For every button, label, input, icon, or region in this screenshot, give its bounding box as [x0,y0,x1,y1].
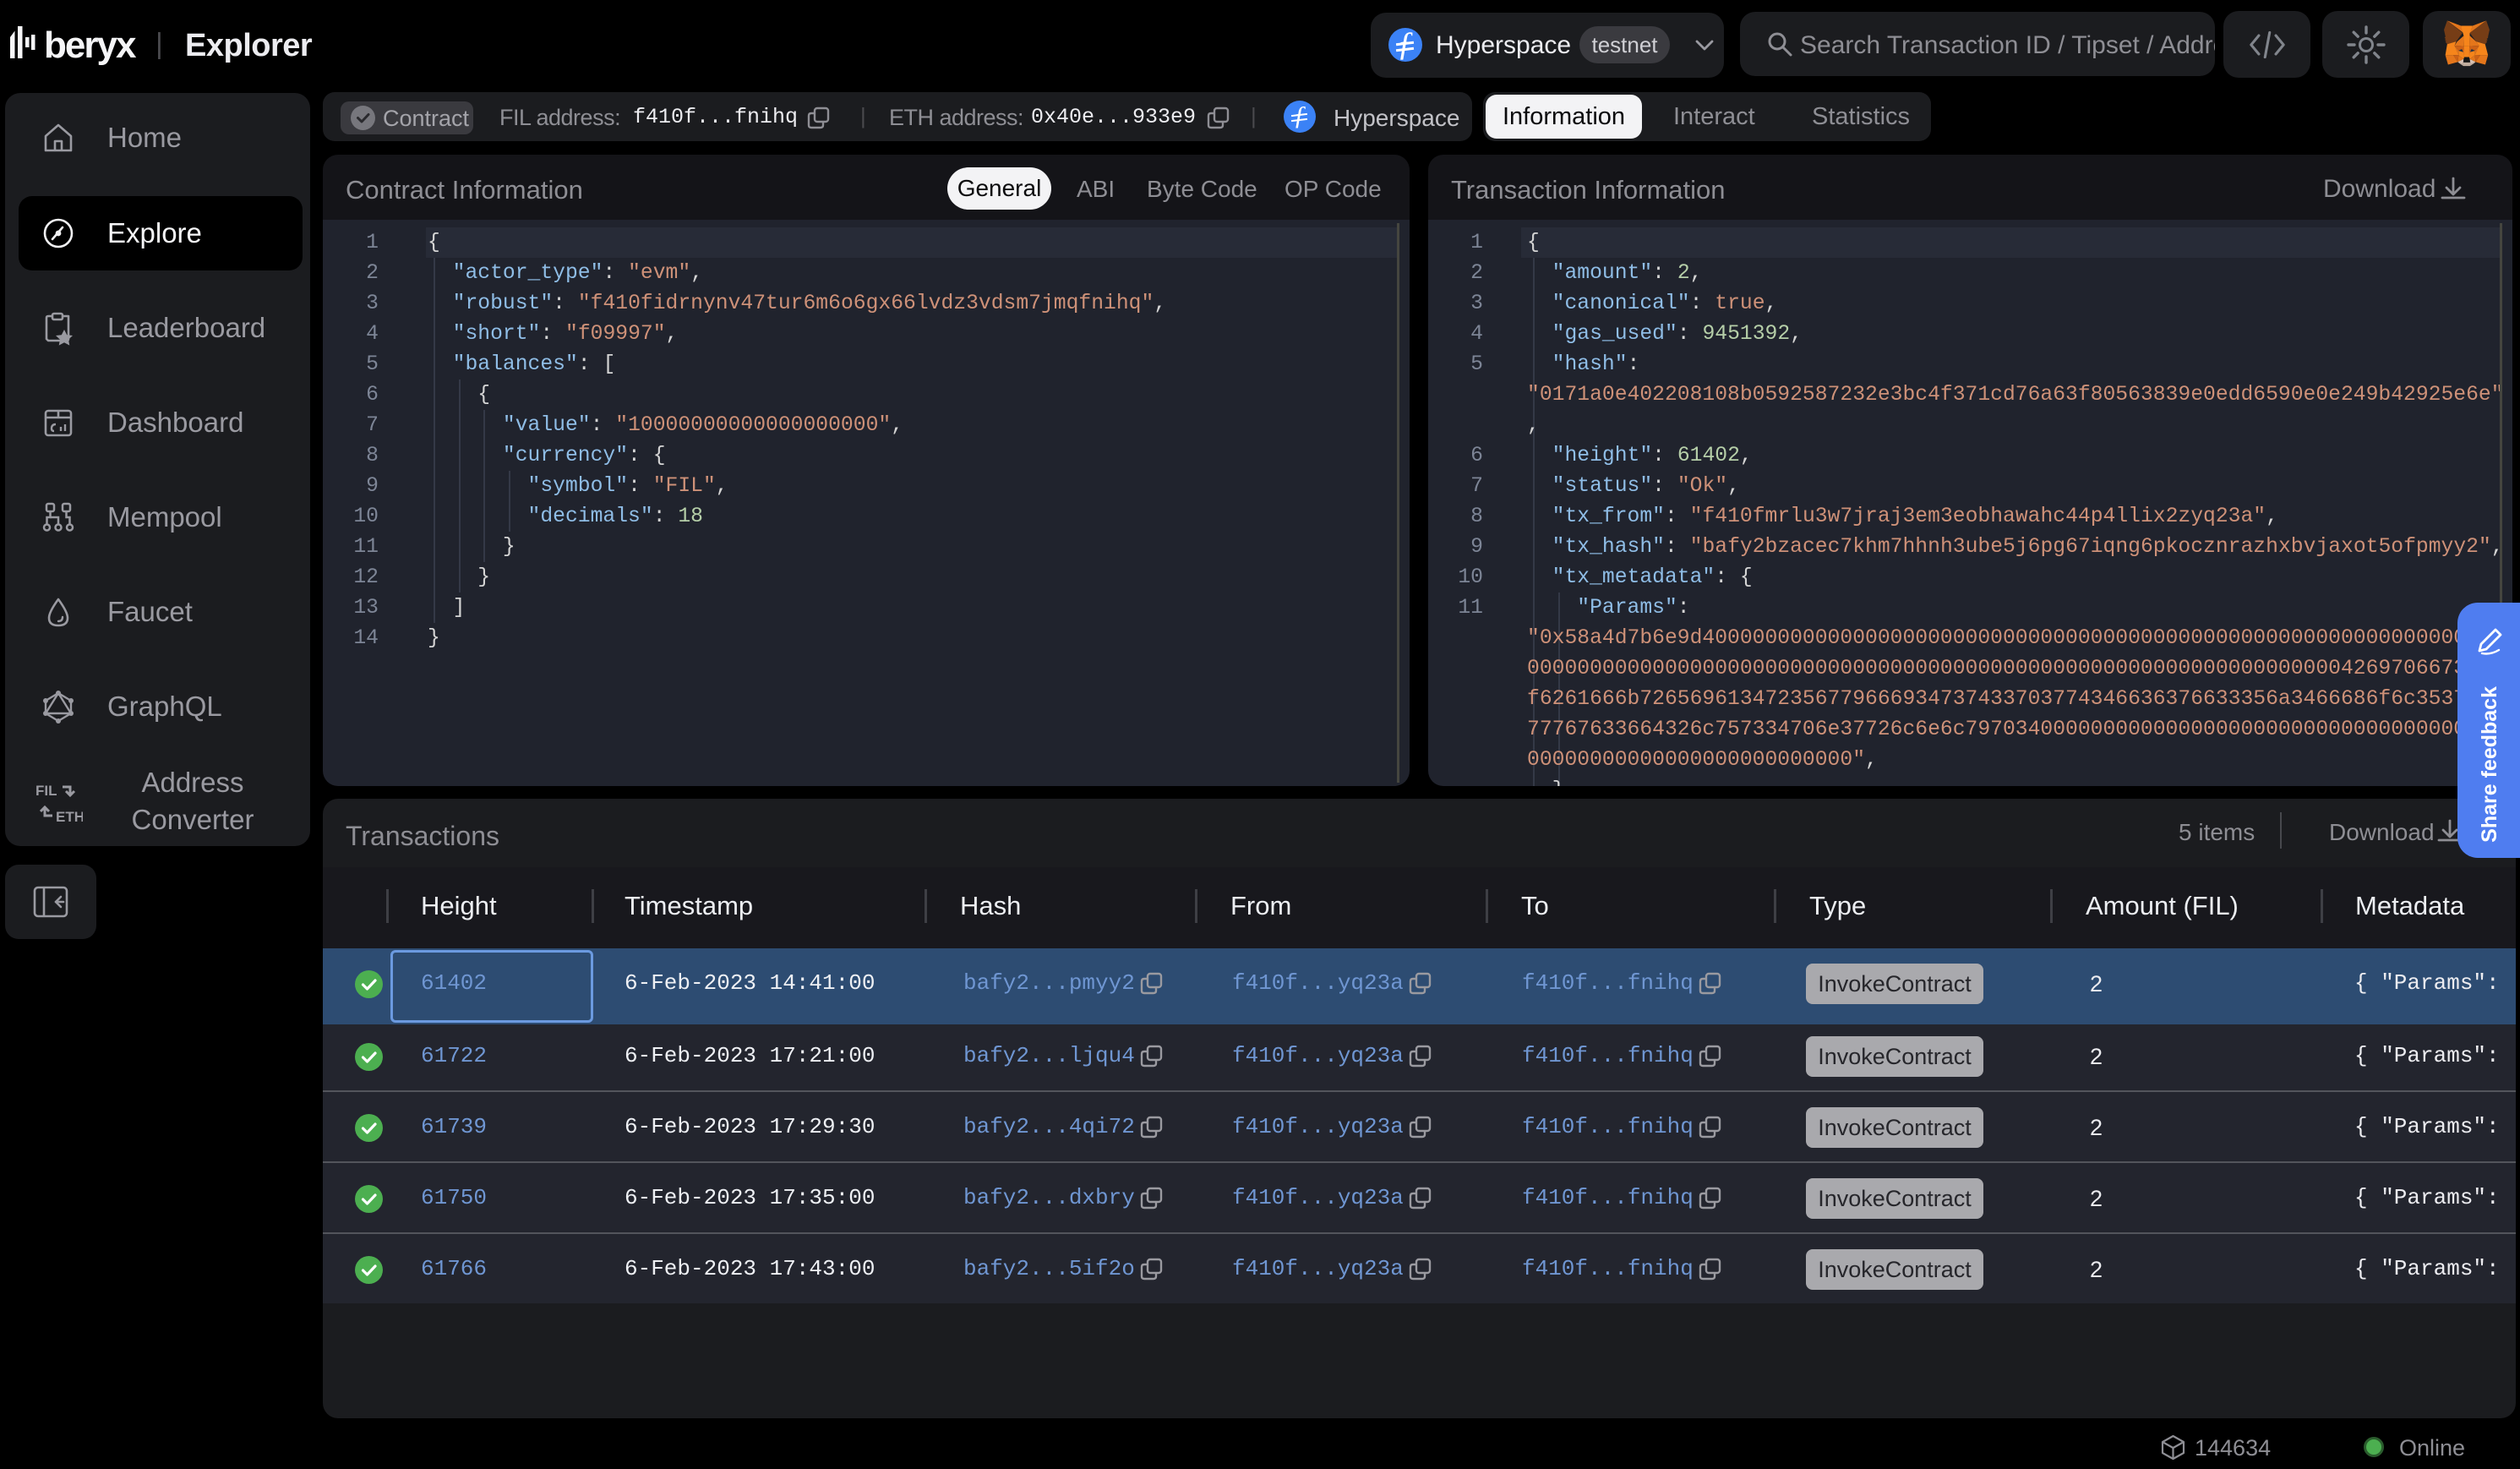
svg-text:ETH: ETH [56,809,83,823]
svg-text:FIL: FIL [35,783,57,799]
